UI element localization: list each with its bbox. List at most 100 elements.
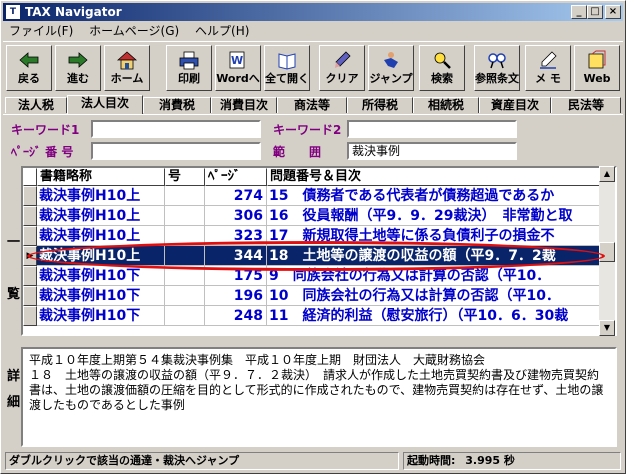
cell-book: 裁決事例H10上 <box>37 186 165 206</box>
search-label: 検索 <box>431 72 453 85</box>
keyword1-input[interactable] <box>91 120 261 138</box>
minimize-button[interactable]: _ <box>571 5 587 19</box>
table-row[interactable]: 裁決事例H10下 175 9 同族会社の行為又は計算の否認（平10． <box>23 266 615 286</box>
scroll-thumb[interactable] <box>599 242 615 262</box>
results-grid[interactable]: 書籍略称 号 ﾍﾟｰｼﾞ 問題番号＆目次 裁決事例H10上 274 15 債務者であ… <box>21 166 617 336</box>
print-label: 印刷 <box>178 72 200 85</box>
col-book[interactable]: 書籍略称 <box>37 168 165 186</box>
forward-button[interactable]: 進む <box>55 45 101 91</box>
cell-no <box>165 206 205 226</box>
reference-button[interactable]: 参照条文 <box>474 45 520 91</box>
clear-icon <box>335 51 351 68</box>
cell-item: 15 債務者である代表者が債務超過であるか <box>267 186 615 206</box>
close-button[interactable]: × <box>605 5 621 19</box>
scope-input[interactable]: 裁決事例 <box>347 142 517 160</box>
cell-page: 248 <box>205 306 267 326</box>
back-button[interactable]: 戻る <box>6 45 52 91</box>
menu-homepage[interactable]: ホームページ(G) <box>83 22 185 40</box>
tab-corporate-tax[interactable]: 法人税 <box>5 97 67 113</box>
grid-header-corner <box>23 168 37 186</box>
list-label-top: 一 <box>7 235 21 250</box>
cell-page: 344 <box>205 246 267 266</box>
cell-book: 裁決事例H10下 <box>37 266 165 286</box>
row-indicator[interactable] <box>23 206 37 226</box>
print-button[interactable]: 印刷 <box>166 45 212 91</box>
tab-asset-index[interactable]: 資産目次 <box>479 97 551 113</box>
keyword2-label: キーワード2 <box>273 123 342 137</box>
tab-corporate-index[interactable]: 法人目次 <box>67 95 143 114</box>
search-icon <box>434 52 451 69</box>
tab-income-tax[interactable]: 所得税 <box>347 97 413 113</box>
cell-page: 306 <box>205 206 267 226</box>
app-window: T TAX Navigator _ □ × ファイル(F) ホームページ(G) … <box>0 0 626 474</box>
memo-label: メ モ <box>535 72 561 85</box>
app-icon: T <box>6 5 20 19</box>
clear-button[interactable]: クリア <box>319 45 365 91</box>
cell-item: 11 経済的利益（慰安旅行）（平10．6．30裁 <box>267 306 615 326</box>
cell-book: 裁決事例H10上 <box>37 246 165 266</box>
cell-no <box>165 266 205 286</box>
col-page[interactable]: ﾍﾟｰｼﾞ <box>205 168 267 186</box>
maximize-button[interactable]: □ <box>587 5 603 19</box>
jump-icon <box>384 52 398 68</box>
word-button[interactable]: W Wordへ <box>215 45 261 91</box>
web-button[interactable]: Web <box>574 45 620 91</box>
cell-page: 274 <box>205 186 267 206</box>
tab-consumption-tax[interactable]: 消費税 <box>143 97 211 113</box>
col-no[interactable]: 号 <box>165 168 205 186</box>
row-indicator[interactable] <box>23 186 37 206</box>
menu-help[interactable]: ヘルプ(H) <box>189 22 255 40</box>
col-item[interactable]: 問題番号＆目次 <box>267 168 615 186</box>
table-row[interactable]: 裁決事例H10上 274 15 債務者である代表者が債務超過であるか <box>23 186 615 206</box>
back-label: 戻る <box>18 72 40 85</box>
title-bar: T TAX Navigator _ □ × <box>3 3 623 21</box>
row-indicator[interactable] <box>23 226 37 246</box>
row-indicator[interactable] <box>23 286 37 306</box>
home-button[interactable]: ホーム <box>104 45 150 91</box>
keyword2-input[interactable] <box>347 120 517 138</box>
toolbar: 戻る 進む ホーム 印刷 W Wordへ 全て開く クリア ジャンプ 検索 参照… <box>3 41 623 93</box>
detail-text: 平成１０年度上期第５４集裁決事例集 平成１０年度上期 財団法人 大蔵財務協会 １… <box>21 347 617 447</box>
open-all-label: 全て開く <box>265 72 309 85</box>
memo-button[interactable]: メ モ <box>525 45 571 91</box>
open-all-button[interactable]: 全て開く <box>264 45 310 91</box>
status-bar: ダブルクリックで該当の通達・裁決へジャンプ 起動時間: 3.995 秒 <box>3 451 623 471</box>
back-arrow-icon <box>19 52 39 68</box>
tab-consumption-index[interactable]: 消費目次 <box>211 97 277 113</box>
memo-icon <box>540 51 557 69</box>
printer-icon <box>179 51 199 70</box>
table-row[interactable]: ▶ 裁決事例H10上 344 18 土地等の譲渡の収益の額（平9．7．2裁 <box>23 246 615 266</box>
tab-inheritance-tax[interactable]: 相続税 <box>413 97 479 113</box>
row-indicator[interactable] <box>23 266 37 286</box>
tab-commercial-law[interactable]: 商法等 <box>277 97 347 113</box>
window-title: TAX Navigator <box>25 5 122 19</box>
grid-scrollbar[interactable]: ▲ ▼ <box>599 166 615 336</box>
table-row[interactable]: 裁決事例H10下 196 10 同族会社の行為又は計算の否認（平10． <box>23 286 615 306</box>
row-indicator[interactable]: ▶ <box>23 246 37 266</box>
reference-icon <box>488 53 506 69</box>
home-icon <box>116 51 138 70</box>
scroll-up-button[interactable]: ▲ <box>599 166 615 182</box>
web-label: Web <box>583 72 611 85</box>
scope-label: 範 囲 <box>273 145 322 159</box>
page-number-label: ﾍﾟｰｼﾞ 番 号 <box>11 145 74 159</box>
table-row[interactable]: 裁決事例H10下 248 11 経済的利益（慰安旅行）（平10．6．30裁 <box>23 306 615 326</box>
menu-file[interactable]: ファイル(F) <box>3 22 79 40</box>
table-row[interactable]: 裁決事例H10上 306 16 役員報酬（平9．9．29裁決） 非常勤と取 <box>23 206 615 226</box>
cell-item: 9 同族会社の行為又は計算の否認（平10． <box>267 266 615 286</box>
reference-label: 参照条文 <box>475 72 519 85</box>
search-button[interactable]: 検索 <box>419 45 465 91</box>
svg-text:W: W <box>231 54 243 67</box>
row-indicator[interactable] <box>23 306 37 326</box>
cell-book: 裁決事例H10上 <box>37 226 165 246</box>
page-number-input[interactable] <box>91 142 261 160</box>
cell-item: 16 役員報酬（平9．9．29裁決） 非常勤と取 <box>267 206 615 226</box>
forward-arrow-icon <box>68 52 88 68</box>
table-row[interactable]: 裁決事例H10上 323 17 新規取得土地等に係る負債利子の損金不 <box>23 226 615 246</box>
tab-civil-law[interactable]: 民法等 <box>551 97 621 113</box>
detail-label-top: 詳 <box>7 369 21 384</box>
keyword1-label: キーワード1 <box>11 123 80 137</box>
cell-book: 裁決事例H10上 <box>37 206 165 226</box>
jump-button[interactable]: ジャンプ <box>368 45 414 91</box>
scroll-down-button[interactable]: ▼ <box>599 320 615 336</box>
